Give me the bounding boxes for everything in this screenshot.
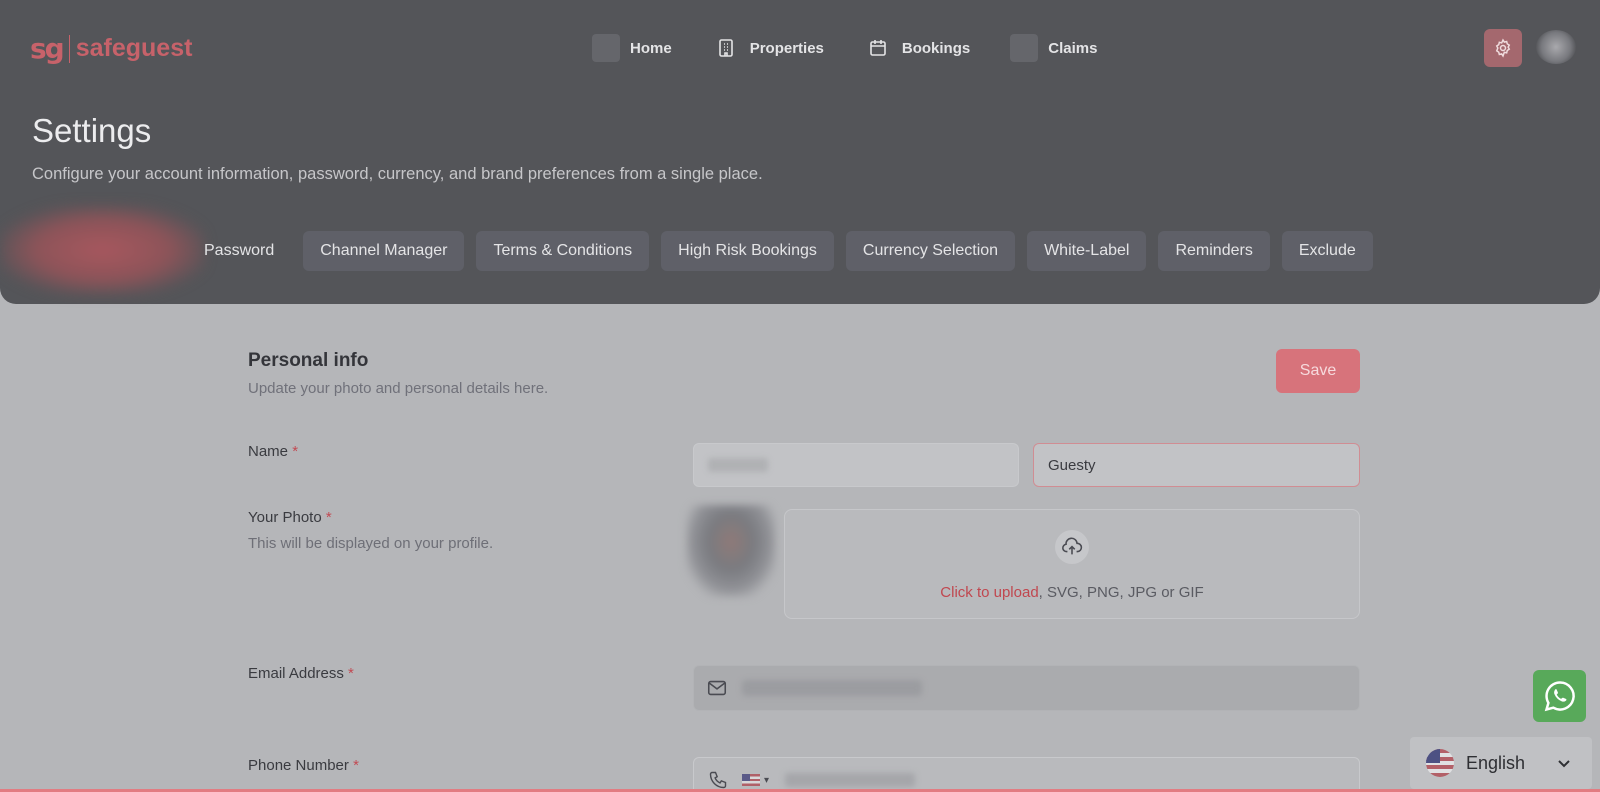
tab-white-label[interactable]: White-Label (1027, 231, 1147, 271)
tab-password[interactable]: Password (186, 231, 291, 271)
required-mark: * (348, 665, 354, 682)
language-selector[interactable]: English (1410, 737, 1592, 789)
main-nav: Home Properties Bookings Claims (592, 34, 1137, 62)
profile-photo (686, 505, 776, 597)
page-title: Settings (32, 112, 152, 149)
whatsapp-icon (1544, 681, 1575, 712)
claims-icon (1010, 34, 1039, 62)
safeguest-logo[interactable]: sg safeguest (30, 32, 192, 65)
photo-help-text: This will be displayed on your profile. (248, 535, 494, 552)
section-title: Personal info (248, 350, 369, 371)
us-flag-icon (1426, 749, 1454, 777)
first-name-input[interactable] (693, 443, 1019, 487)
email-value-redacted (742, 680, 922, 696)
logo-divider (68, 34, 70, 63)
gear-icon (1495, 38, 1511, 58)
last-name-value: Guesty (1048, 456, 1096, 474)
first-name-value-redacted (708, 458, 768, 472)
nav-claims[interactable]: Claims (1010, 34, 1097, 62)
click-to-upload-link[interactable]: Click to upload (940, 584, 1038, 601)
whatsapp-button[interactable] (1533, 670, 1586, 722)
nav-home[interactable]: Home (592, 34, 672, 62)
user-avatar[interactable] (1536, 30, 1576, 64)
photo-upload-dropzone[interactable]: Click to upload, SVG, PNG, JPG or GIF (784, 509, 1360, 619)
required-mark: * (353, 757, 359, 774)
phone-label: Phone Number * (248, 757, 359, 774)
logo-text: safeguest (75, 34, 193, 62)
phone-icon (709, 771, 727, 789)
email-label-text: Email Address (248, 665, 344, 682)
country-caret[interactable]: ▾ (764, 775, 769, 786)
home-icon (592, 34, 620, 62)
settings-tabs: Password Channel Manager Terms & Conditi… (186, 231, 1385, 271)
upload-cloud-icon (1055, 530, 1089, 564)
required-mark: * (325, 509, 332, 526)
email-label: Email Address * (248, 665, 354, 682)
building-icon (712, 34, 740, 62)
section-subtitle: Update your photo and personal details h… (248, 380, 549, 397)
calendar-icon (864, 34, 892, 62)
photo-label: Your Photo * (248, 509, 332, 526)
required-mark: * (292, 443, 299, 460)
upload-instructions: Click to upload, SVG, PNG, JPG or GIF (785, 584, 1359, 601)
nav-bookings[interactable]: Bookings (864, 34, 970, 62)
phone-value-redacted (785, 773, 916, 787)
page-subtitle: Configure your account information, pass… (32, 165, 763, 183)
language-label: English (1466, 752, 1526, 773)
photo-label-text: Your Photo (248, 509, 322, 526)
mail-icon (707, 680, 727, 696)
name-label: Name * (248, 443, 298, 460)
email-input[interactable] (693, 665, 1360, 711)
tab-high-risk-bookings[interactable]: High Risk Bookings (661, 231, 834, 271)
save-button[interactable]: Save (1276, 349, 1360, 393)
us-flag-icon[interactable] (742, 774, 760, 786)
tab-terms-conditions[interactable]: Terms & Conditions (476, 231, 650, 271)
nav-home-label: Home (630, 39, 672, 57)
tab-currency-selection[interactable]: Currency Selection (845, 231, 1016, 271)
tab-exclude[interactable]: Exclude (1281, 231, 1373, 271)
tab-personal-info-active[interactable] (0, 205, 205, 295)
tab-channel-manager[interactable]: Channel Manager (303, 231, 465, 271)
chevron-down-icon (1558, 760, 1570, 768)
top-header: sg safeguest Home Properties Bookings Cl… (0, 0, 1600, 304)
tab-reminders[interactable]: Reminders (1158, 231, 1270, 271)
phone-input[interactable]: ▾ (693, 757, 1360, 792)
nav-properties-label: Properties (749, 39, 824, 57)
settings-button[interactable] (1484, 29, 1522, 67)
nav-claims-label: Claims (1048, 39, 1098, 57)
logo-mark: sg (30, 32, 65, 65)
last-name-input[interactable]: Guesty (1033, 443, 1360, 487)
name-label-text: Name (248, 443, 289, 460)
phone-label-text: Phone Number (248, 757, 349, 774)
nav-bookings-label: Bookings (901, 39, 971, 57)
nav-properties[interactable]: Properties (712, 34, 824, 62)
upload-formats: , SVG, PNG, JPG or GIF (1038, 584, 1204, 601)
